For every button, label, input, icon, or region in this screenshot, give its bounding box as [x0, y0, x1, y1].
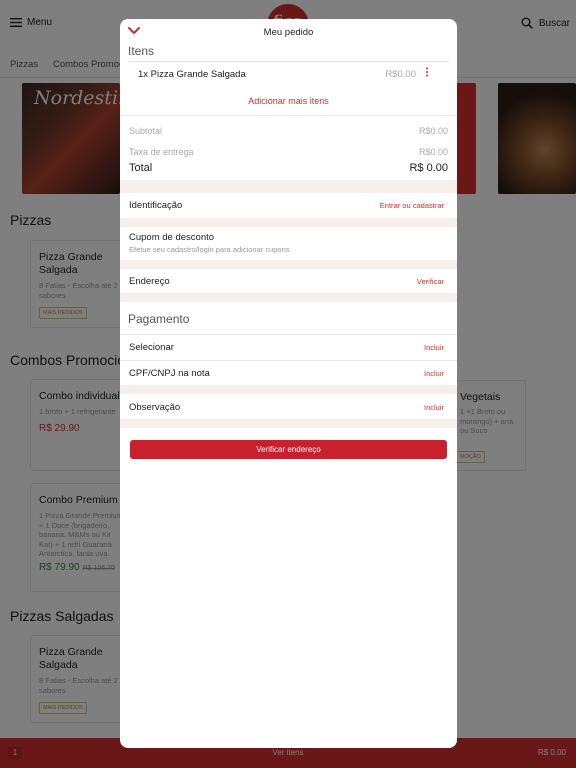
order-modal: Meu pedido Itens 1x Pizza Grande Salgada… — [120, 19, 457, 748]
identification-label: Identificação — [129, 200, 183, 211]
address-label: Endereço — [129, 276, 170, 287]
section-gap — [120, 419, 457, 428]
total-label: Total — [129, 162, 153, 174]
payment-heading: Pagamento — [128, 312, 190, 326]
cpf-label: CPF/CNPJ na nota — [129, 368, 210, 379]
modal-header: Meu pedido — [120, 19, 457, 44]
items-heading: Itens — [128, 44, 155, 58]
payment-include-link[interactable]: Incluir — [424, 343, 444, 352]
section-gap — [120, 260, 457, 269]
section-gap — [120, 385, 457, 394]
divider — [120, 115, 457, 116]
total-value: R$ 0.00 — [409, 162, 448, 174]
order-item-name: 1x Pizza Grande Salgada — [138, 69, 246, 80]
payment-select-label: Selecionar — [129, 342, 174, 353]
section-gap — [120, 293, 457, 302]
delivery-fee-value: R$0.00 — [418, 147, 448, 157]
order-item-price: R$0.00 — [385, 69, 416, 80]
more-options-icon[interactable] — [425, 67, 429, 77]
coupon-label: Cupom de desconto — [129, 232, 215, 243]
verify-address-button[interactable]: Verificar endereço — [130, 440, 447, 459]
section-gap — [120, 218, 457, 227]
order-item-row: 1x Pizza Grande Salgada R$0.00 — [129, 61, 449, 85]
add-more-items-link[interactable]: Adicionar mais itens — [120, 96, 457, 106]
subtotal-value: R$0.00 — [418, 126, 448, 136]
divider — [120, 360, 457, 361]
coupon-hint: Efetue seu cadastro/login para adicionar… — [129, 245, 290, 254]
notes-include-link[interactable]: Incluir — [424, 403, 444, 412]
notes-label: Observação — [129, 402, 181, 413]
subtotal-label: Subtotal — [129, 126, 163, 136]
section-gap — [120, 180, 457, 193]
divider — [120, 334, 457, 335]
login-register-link[interactable]: Entrar ou cadastrar — [380, 201, 444, 210]
modal-title: Meu pedido — [263, 27, 314, 38]
cpf-include-link[interactable]: Incluir — [424, 369, 444, 378]
verify-address-link[interactable]: Verificar — [417, 277, 444, 286]
delivery-fee-label: Taxa de entrega — [129, 147, 194, 157]
